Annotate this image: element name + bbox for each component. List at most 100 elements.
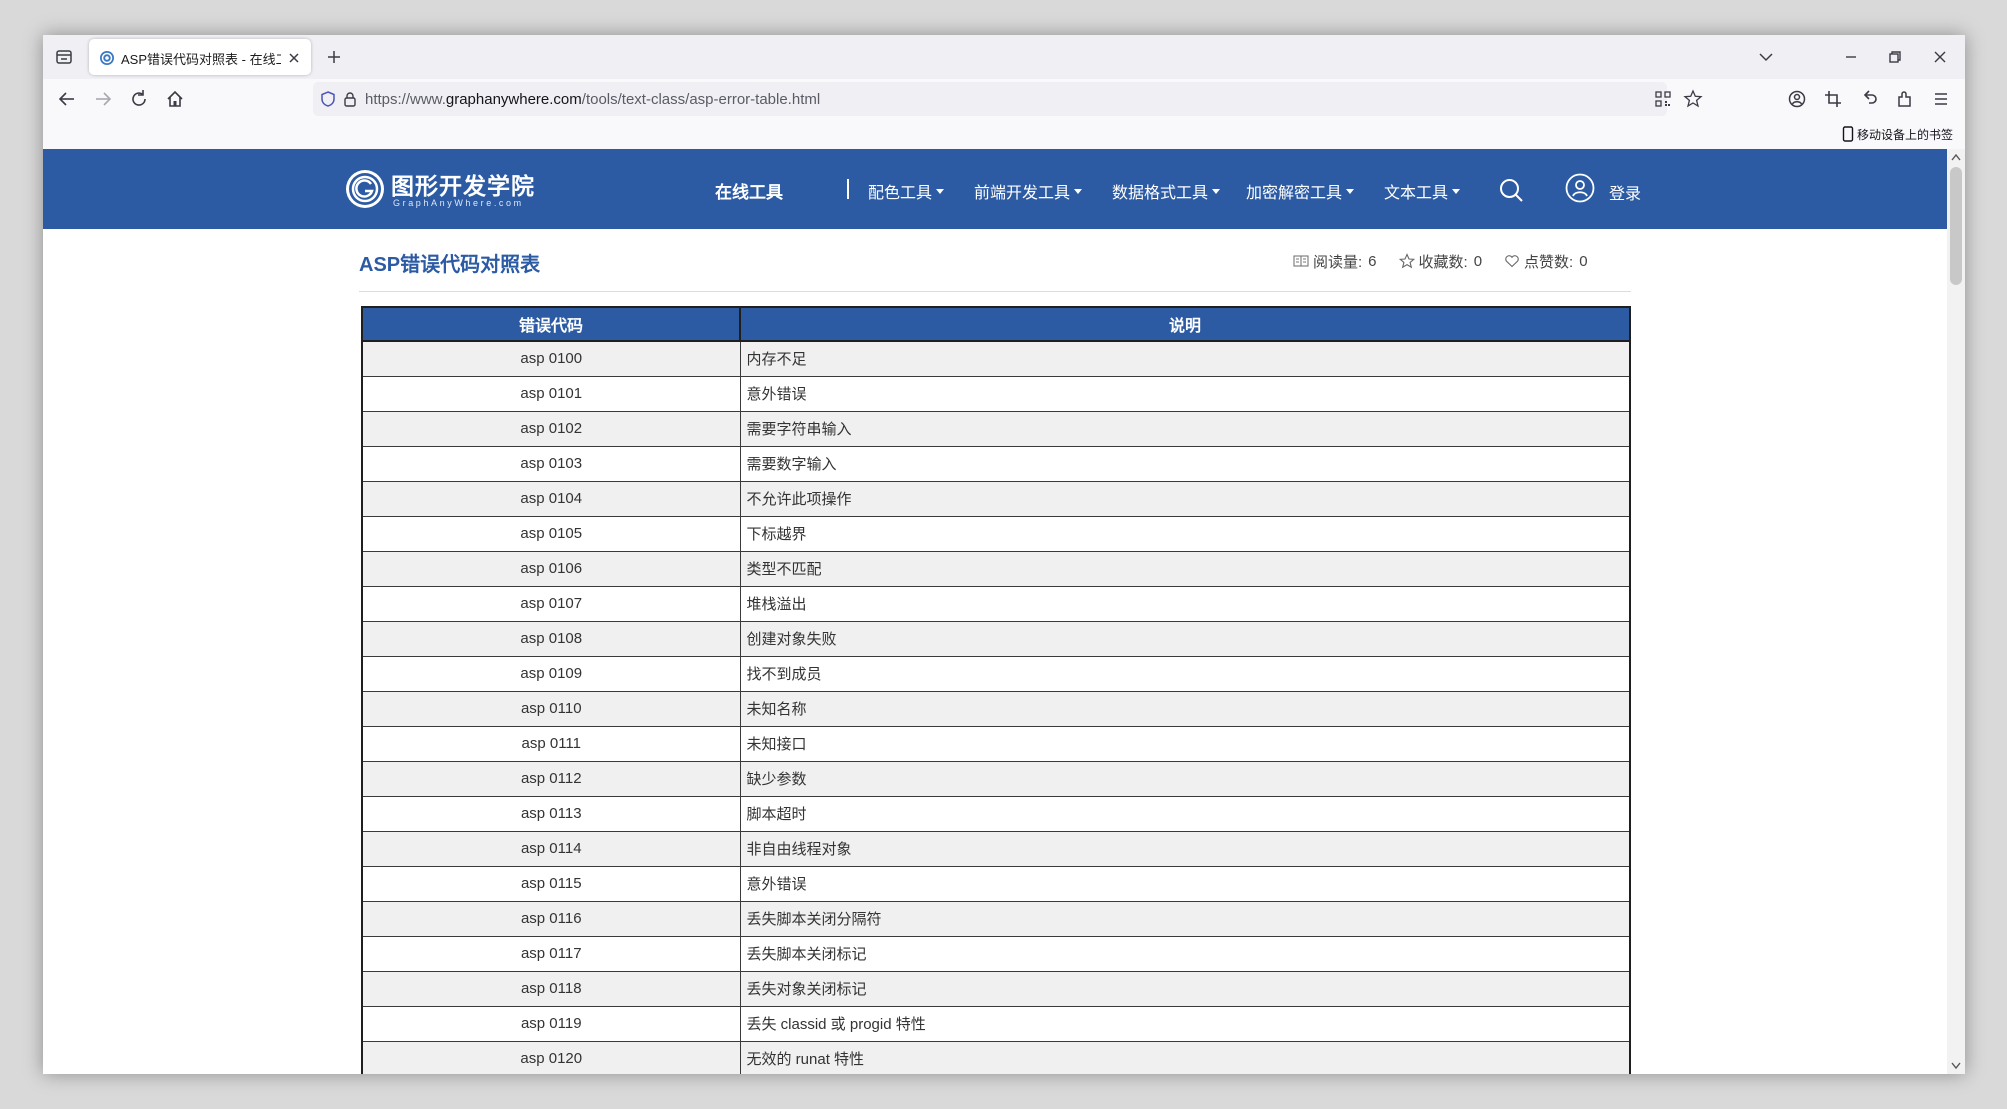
star-icon: [1398, 253, 1415, 269]
table-row: asp 0119 丢失 classid 或 progid 特性: [361, 1005, 1631, 1042]
table-row: asp 0111 未知接口: [361, 725, 1631, 762]
error-code-cell: asp 0108: [361, 620, 741, 657]
favorites-stat[interactable]: 收藏数: 0: [1398, 251, 1482, 272]
scroll-thumb[interactable]: [1950, 167, 1962, 285]
back-icon[interactable]: [55, 87, 79, 111]
page-scrollbar[interactable]: [1947, 149, 1965, 1074]
book-icon: [1293, 255, 1309, 267]
chevron-down-icon[interactable]: [1755, 46, 1777, 68]
close-tab-icon[interactable]: [285, 49, 303, 67]
error-code-cell: asp 0113: [361, 795, 741, 832]
forward-icon[interactable]: [91, 87, 115, 111]
logo-subtitle: GraphAnyWhere.com: [393, 198, 524, 208]
url-bar[interactable]: https://www.graphanywhere.com/tools/text…: [313, 82, 1703, 116]
close-window-icon[interactable]: [1929, 46, 1951, 68]
error-description-cell: 意外错误: [739, 375, 1631, 412]
home-icon[interactable]: [163, 87, 187, 111]
mobile-device-icon: [1842, 126, 1854, 142]
error-code-cell: asp 0101: [361, 375, 741, 412]
tab-strip: ASP错误代码对照表 - 在线工具: [43, 35, 1965, 79]
nav-color-tools[interactable]: 配色工具: [868, 179, 945, 203]
extensions-icon[interactable]: [1893, 87, 1917, 111]
menu-icon[interactable]: [1929, 87, 1953, 111]
error-description-cell: 找不到成员: [739, 655, 1631, 692]
account-icon[interactable]: [1785, 87, 1809, 111]
scroll-up-arrow-icon[interactable]: [1951, 153, 1961, 161]
nav-crypto-tools[interactable]: 加密解密工具: [1246, 179, 1355, 203]
qr-code-icon[interactable]: [1653, 89, 1673, 109]
caret-down-icon: [1212, 188, 1221, 194]
reload-icon[interactable]: [127, 87, 151, 111]
error-code-cell: asp 0107: [361, 585, 741, 622]
error-code-cell: asp 0119: [361, 1005, 741, 1042]
caret-down-icon: [1074, 188, 1083, 194]
caret-down-icon: [936, 188, 945, 194]
table-row: asp 0102 需要字符串输入: [361, 410, 1631, 447]
lock-icon[interactable]: [341, 90, 359, 108]
error-code-cell: asp 0103: [361, 445, 741, 482]
nav-text-tools[interactable]: 文本工具: [1384, 179, 1461, 203]
tab-title: ASP错误代码对照表 - 在线工具: [121, 52, 281, 67]
browser-window: ASP错误代码对照表 - 在线工具: [43, 35, 1965, 1074]
table-row: asp 0116 丢失脚本关闭分隔符: [361, 900, 1631, 937]
table-row: asp 0110 未知名称: [361, 690, 1631, 727]
error-code-cell: asp 0102: [361, 410, 741, 447]
error-description-cell: 缺少参数: [739, 760, 1631, 797]
heart-icon: [1505, 255, 1519, 268]
logo-mark-icon: [346, 170, 384, 208]
caret-down-icon: [1346, 188, 1355, 194]
column-header-description: 说明: [739, 306, 1631, 342]
table-row: asp 0113 脚本超时: [361, 795, 1631, 832]
tab-list-icon[interactable]: [53, 46, 75, 68]
error-description-cell: 丢失对象关闭标记: [739, 970, 1631, 1007]
table-row: asp 0118 丢失对象关闭标记: [361, 970, 1631, 1007]
screenshot-crop-icon[interactable]: [1821, 87, 1845, 111]
caret-down-icon: [1452, 188, 1461, 194]
error-code-cell: asp 0111: [361, 725, 741, 762]
error-description-cell: 创建对象失败: [739, 620, 1631, 657]
error-description-cell: 无效的 runat 特性: [739, 1040, 1631, 1074]
new-tab-icon[interactable]: [323, 46, 345, 68]
error-description-cell: 非自由线程对象: [739, 830, 1631, 867]
nav-online-tools[interactable]: 在线工具: [715, 178, 783, 203]
likes-stat[interactable]: 点赞数: 0: [1504, 251, 1588, 272]
user-avatar-icon[interactable]: [1565, 173, 1595, 203]
error-code-cell: asp 0109: [361, 655, 741, 692]
scroll-down-arrow-icon[interactable]: [1951, 1062, 1961, 1070]
shield-icon[interactable]: [319, 90, 337, 108]
undo-icon[interactable]: [1857, 87, 1881, 111]
error-description-cell: 丢失脚本关闭标记: [739, 935, 1631, 972]
restore-icon[interactable]: [1884, 46, 1906, 68]
table-row: asp 0120 无效的 runat 特性: [361, 1040, 1631, 1074]
table-row: asp 0108 创建对象失败: [361, 620, 1631, 657]
active-tab[interactable]: ASP错误代码对照表 - 在线工具: [89, 39, 311, 75]
table-row: asp 0106 类型不匹配: [361, 550, 1631, 587]
error-code-cell: asp 0112: [361, 760, 741, 797]
error-description-cell: 丢失 classid 或 progid 特性: [739, 1005, 1631, 1042]
nav-frontend-tools[interactable]: 前端开发工具: [974, 179, 1083, 203]
search-icon[interactable]: [1498, 177, 1524, 203]
error-description-cell: 内存不足: [739, 340, 1631, 377]
bookmarks-bar: 移动设备上的书签: [43, 119, 1965, 149]
login-link[interactable]: 登录: [1609, 180, 1641, 204]
table-row: asp 0107 堆栈溢出: [361, 585, 1631, 622]
mobile-bookmarks-button[interactable]: 移动设备上的书签: [1842, 125, 1953, 143]
error-description-cell: 脚本超时: [739, 795, 1631, 832]
asp-error-table: 错误代码 说明 asp 0100 内存不足 asp 0101 意外错误 asp 0102…: [361, 306, 1631, 1074]
table-row: asp 0105 下标越界: [361, 515, 1631, 552]
table-row: asp 0100 内存不足: [361, 340, 1631, 377]
table-row: asp 0101 意外错误: [361, 375, 1631, 412]
article-stats: 阅读量: 6 收藏数: 0 点赞数: 0: [1293, 251, 1588, 271]
nav-data-format-tools[interactable]: 数据格式工具: [1112, 179, 1221, 203]
error-code-cell: asp 0110: [361, 690, 741, 727]
error-code-cell: asp 0104: [361, 480, 741, 517]
bookmark-star-icon[interactable]: [1683, 89, 1703, 109]
error-description-cell: 意外错误: [739, 865, 1631, 902]
table-row: asp 0109 找不到成员: [361, 655, 1631, 692]
error-code-cell: asp 0117: [361, 935, 741, 972]
site-logo[interactable]: 图形开发学院 GraphAnyWhere.com: [345, 165, 545, 213]
error-description-cell: 堆栈溢出: [739, 585, 1631, 622]
error-description-cell: 需要字符串输入: [739, 410, 1631, 447]
url-text[interactable]: https://www.graphanywhere.com/tools/text…: [365, 91, 820, 108]
minimize-icon[interactable]: [1840, 46, 1862, 68]
